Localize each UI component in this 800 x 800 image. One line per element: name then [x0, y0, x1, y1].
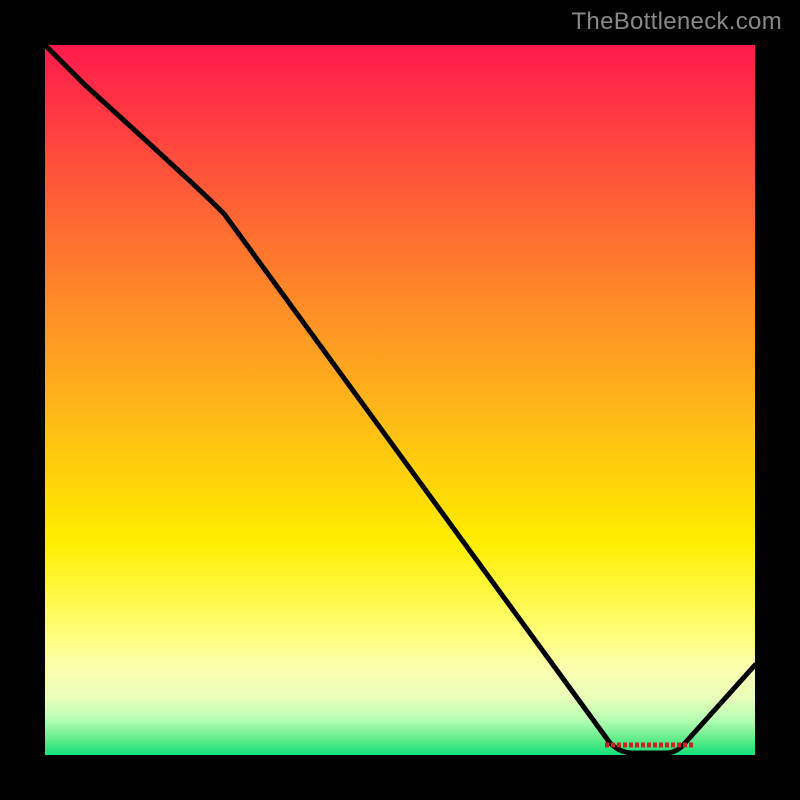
- watermark-text: TheBottleneck.com: [571, 8, 782, 36]
- heatmap-gradient: [45, 45, 755, 755]
- plot-area: [45, 45, 755, 755]
- chart-frame: TheBottleneck.com: [0, 0, 800, 800]
